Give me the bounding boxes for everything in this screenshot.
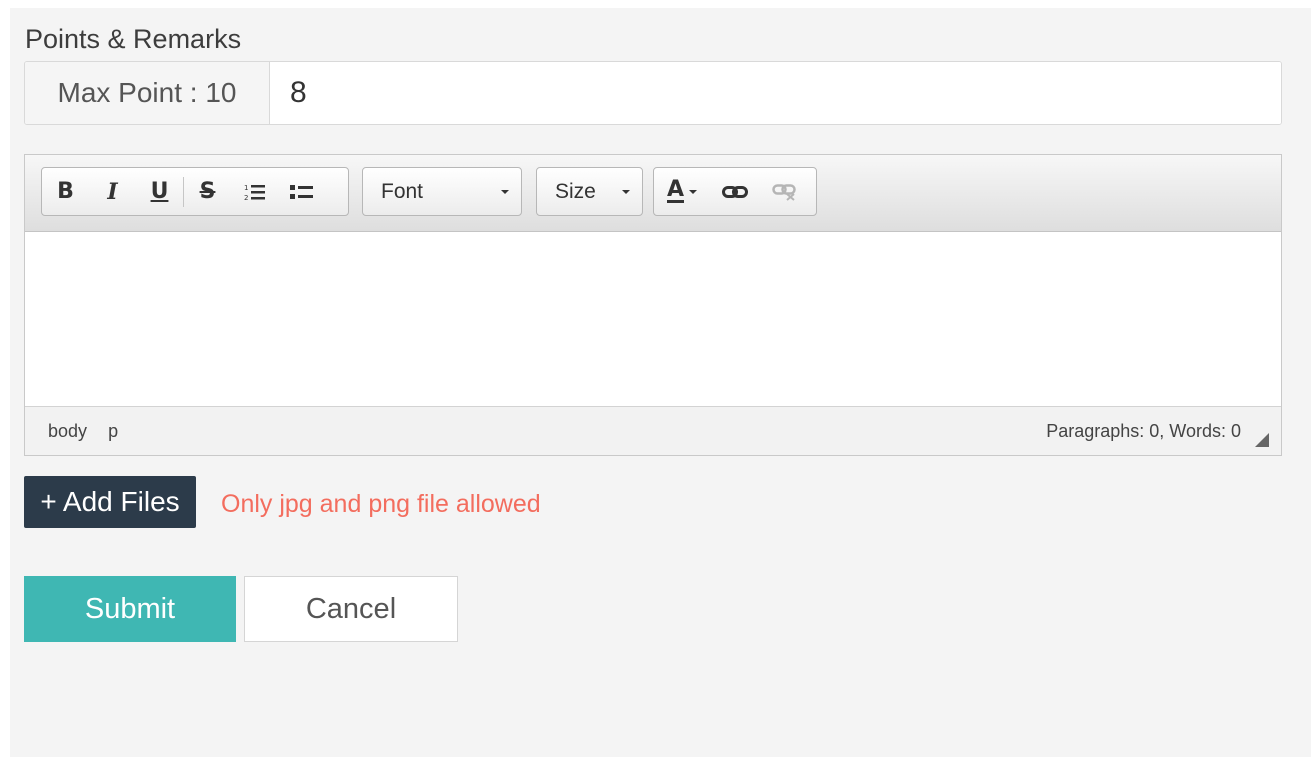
word-count: Paragraphs: 0, Words: 0 xyxy=(1046,421,1241,441)
underline-button[interactable]: U xyxy=(136,168,183,215)
svg-text:1: 1 xyxy=(244,184,248,192)
text-color-button[interactable]: A xyxy=(654,168,710,215)
points-remarks-panel: Points & Remarks Max Point : 10 B I U S xyxy=(10,8,1311,757)
path-item-p[interactable]: p xyxy=(108,421,118,441)
strikethrough-button[interactable]: S xyxy=(184,168,231,215)
add-files-button[interactable]: + Add Files xyxy=(24,476,196,528)
file-type-note: Only jpg and png file allowed xyxy=(221,490,541,518)
editor-toolbar: B I U S 1 2 Font Size A xyxy=(25,155,1281,232)
points-input[interactable] xyxy=(270,62,1281,124)
underline-icon: U xyxy=(150,179,169,204)
svg-text:2: 2 xyxy=(244,194,248,202)
submit-button[interactable]: Submit xyxy=(24,576,236,642)
max-point-addon: Max Point : 10 xyxy=(25,62,270,124)
size-dropdown-label: Size xyxy=(555,179,596,203)
ordered-list-button[interactable]: 1 2 xyxy=(231,168,278,215)
unordered-list-icon xyxy=(289,184,313,199)
italic-button[interactable]: I xyxy=(89,168,136,215)
italic-icon: I xyxy=(107,178,118,205)
editor-content-area[interactable] xyxy=(25,232,1281,407)
section-title: Points & Remarks xyxy=(25,24,242,54)
size-dropdown[interactable]: Size xyxy=(536,167,643,216)
text-color-icon: A xyxy=(666,177,685,203)
bold-button[interactable]: B xyxy=(42,168,89,215)
chevron-down-icon xyxy=(622,189,630,194)
format-button-group: B I U S 1 2 xyxy=(41,167,349,216)
points-input-group: Max Point : 10 xyxy=(24,61,1282,125)
ordered-list-icon: 1 2 xyxy=(244,184,265,202)
link-button[interactable] xyxy=(710,168,760,215)
remarks-editor: B I U S 1 2 Font Size A body p Paragraph… xyxy=(24,154,1282,456)
chevron-down-icon xyxy=(501,189,509,194)
link-icon xyxy=(722,185,748,198)
insert-button-group: A xyxy=(653,167,817,216)
unordered-list-button[interactable] xyxy=(278,168,325,215)
unlink-button[interactable] xyxy=(760,168,810,215)
cancel-button[interactable]: Cancel xyxy=(244,576,458,642)
font-dropdown-label: Font xyxy=(381,179,424,203)
chevron-down-icon xyxy=(689,189,698,194)
strikethrough-icon: S xyxy=(199,179,216,204)
editor-statusbar: body p Paragraphs: 0, Words: 0 xyxy=(25,406,1281,455)
element-path: body p xyxy=(48,421,134,442)
path-item-body[interactable]: body xyxy=(48,421,87,441)
bold-icon: B xyxy=(57,179,74,204)
resize-handle-icon[interactable] xyxy=(1255,433,1269,447)
font-dropdown[interactable]: Font xyxy=(362,167,522,216)
unlink-icon xyxy=(772,183,796,201)
